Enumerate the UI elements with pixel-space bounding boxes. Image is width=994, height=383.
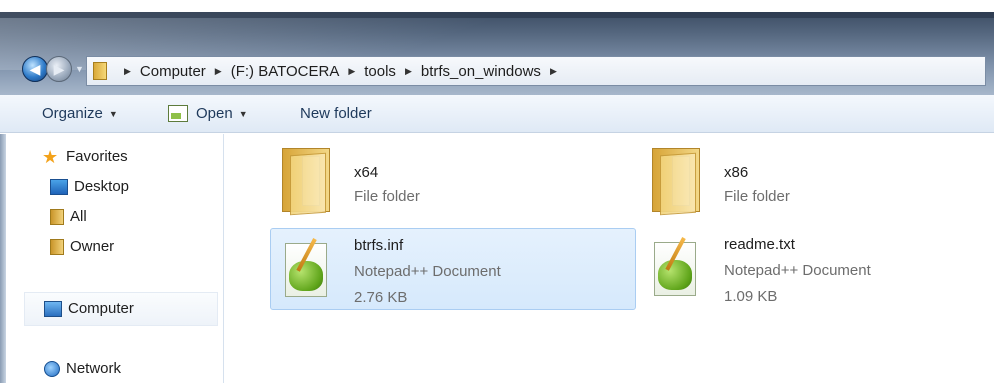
window-titlebar: ◀ ▶ ▼ ▶ Computer ▶ (F:) BATOCERA ▶ tools… — [0, 0, 994, 95]
window-edge — [0, 134, 6, 383]
recent-pages-dropdown-icon[interactable]: ▼ — [75, 64, 84, 74]
top-strip — [0, 0, 994, 12]
nav-item-computer[interactable]: Computer — [44, 300, 134, 317]
notepadpp-document-icon — [279, 238, 335, 299]
file-item-readme-txt[interactable]: readme.txt Notepad++ Document 1.09 KB — [646, 228, 986, 310]
nav-item-network[interactable]: Network — [44, 360, 121, 377]
new-folder-button[interactable]: New folder — [300, 105, 372, 122]
breadcrumb-separator-icon[interactable]: ▶ — [348, 66, 355, 77]
nav-buttons: ◀ ▶ ▼ — [22, 56, 84, 82]
new-folder-label: New folder — [300, 105, 372, 122]
chevron-down-icon[interactable]: ▼ — [239, 109, 248, 119]
open-label: Open — [196, 105, 233, 122]
nav-label-computer: Computer — [68, 300, 134, 317]
breadcrumb-separator-icon[interactable]: ▶ — [405, 66, 412, 77]
open-button[interactable]: Open ▼ — [168, 105, 248, 122]
open-icon — [168, 105, 188, 122]
breadcrumb-tools[interactable]: tools — [364, 63, 396, 80]
organize-label: Organize — [42, 105, 103, 122]
file-type: Notepad++ Document — [724, 262, 871, 279]
file-name: x86 — [724, 164, 749, 181]
file-type: File folder — [724, 188, 790, 205]
nav-label-owner: Owner — [70, 238, 115, 255]
organize-button[interactable]: Organize ▼ — [42, 105, 118, 122]
forward-button[interactable]: ▶ — [46, 56, 72, 82]
breadcrumb-separator-icon[interactable]: ▶ — [215, 66, 222, 77]
nav-item-desktop[interactable]: Desktop — [50, 178, 129, 195]
file-type: File folder — [354, 188, 420, 205]
breadcrumb-separator-icon[interactable]: ▶ — [550, 66, 557, 77]
nav-item-all[interactable]: All — [50, 208, 87, 225]
file-item-x64[interactable]: x64 File folder — [276, 142, 606, 224]
breadcrumb-computer[interactable]: Computer — [140, 63, 206, 80]
breadcrumb: ▶ Computer ▶ (F:) BATOCERA ▶ tools ▶ btr… — [115, 63, 566, 80]
nav-label-network: Network — [66, 360, 122, 377]
file-type: Notepad++ Document — [354, 263, 501, 280]
nav-item-owner[interactable]: Owner — [50, 238, 114, 255]
breadcrumb-btrfs-on-windows[interactable]: btrfs_on_windows — [421, 63, 541, 80]
library-icon — [50, 238, 64, 255]
top-shadow — [0, 12, 994, 18]
file-name: btrfs.inf — [354, 237, 404, 254]
network-icon — [44, 360, 60, 377]
star-icon: ★ — [42, 146, 59, 167]
folder-icon — [93, 62, 107, 80]
file-name: x64 — [354, 164, 379, 181]
library-icon — [50, 208, 64, 225]
chevron-down-icon: ▼ — [108, 108, 118, 119]
file-item-x86[interactable]: x86 File folder — [646, 142, 976, 224]
file-name: readme.txt — [724, 236, 795, 253]
breadcrumb-separator-icon[interactable]: ▶ — [124, 66, 131, 77]
folder-icon — [650, 148, 702, 216]
nav-label-all: All — [70, 208, 87, 225]
file-item-btrfs-inf[interactable]: btrfs.inf Notepad++ Document 2.76 KB — [270, 228, 636, 310]
address-bar[interactable]: ▶ Computer ▶ (F:) BATOCERA ▶ tools ▶ btr… — [86, 56, 986, 86]
computer-icon — [44, 300, 62, 317]
file-size: 1.09 KB — [724, 288, 778, 305]
desktop-icon — [50, 178, 68, 195]
forward-arrow-icon: ▶ — [53, 60, 65, 77]
nav-label-favorites: Favorites — [66, 148, 128, 165]
back-arrow-icon: ◀ — [29, 60, 41, 77]
breadcrumb-drive[interactable]: (F:) BATOCERA — [231, 63, 340, 80]
notepadpp-document-icon — [648, 237, 704, 298]
nav-item-favorites[interactable]: ★ Favorites — [42, 146, 128, 167]
navigation-pane: ★ Favorites Desktop All Owner Computer N… — [0, 134, 224, 383]
file-size: 2.76 KB — [354, 289, 408, 306]
command-bar: Organize ▼ Open ▼ New folder — [0, 95, 994, 133]
folder-icon — [280, 148, 332, 216]
back-button[interactable]: ◀ — [22, 56, 48, 82]
nav-label-desktop: Desktop — [74, 178, 130, 195]
